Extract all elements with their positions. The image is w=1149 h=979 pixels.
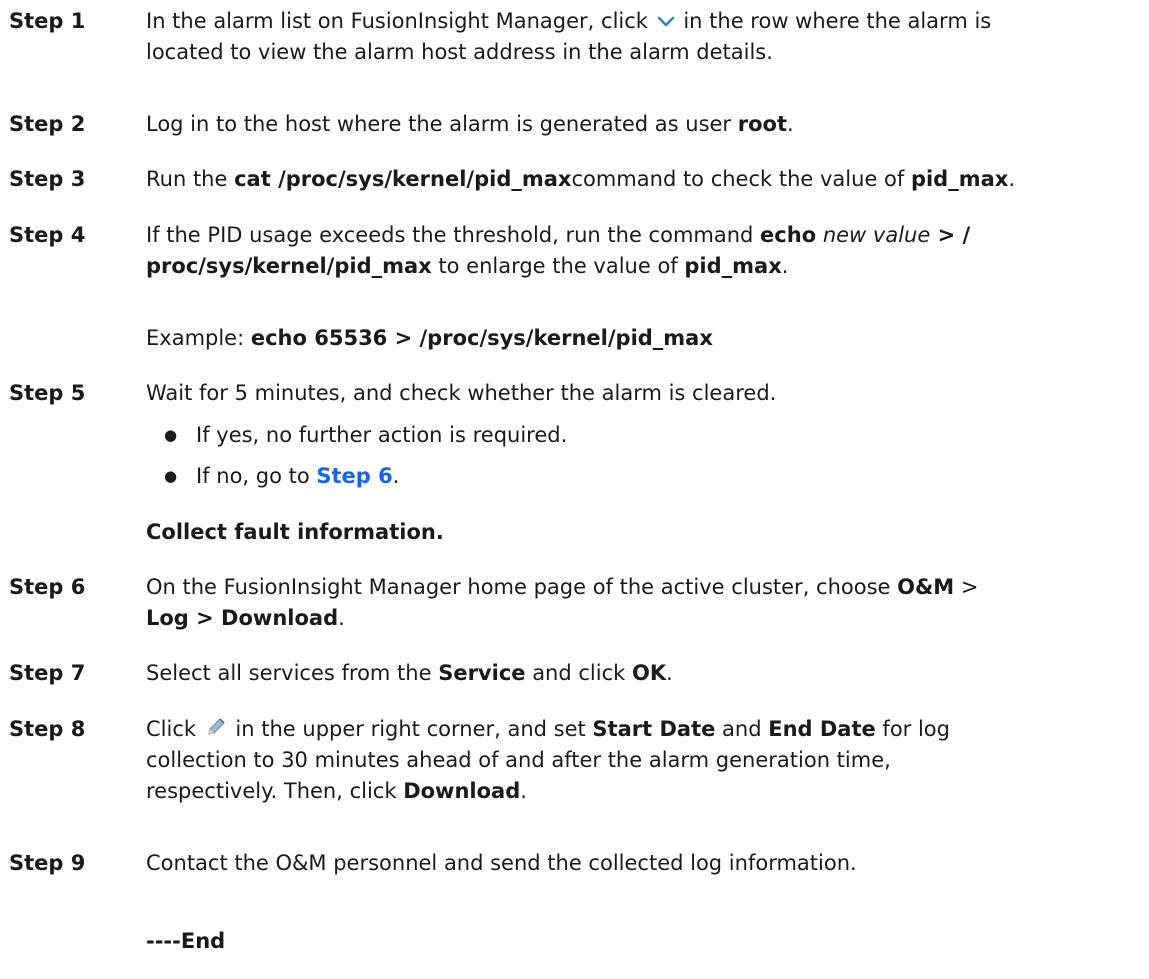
pencil-edit-icon — [208, 718, 225, 735]
step-label: Step 5 — [9, 381, 86, 405]
step-label: Step 6 — [9, 575, 86, 599]
step-text: Contact the O&M personnel and send the c… — [146, 851, 857, 875]
step-text: If the PID usage exceeds the threshold, … — [146, 223, 971, 278]
step-6-link[interactable]: Step 6 — [316, 464, 392, 488]
step-label: Step 2 — [9, 112, 86, 136]
bullet-icon: ● — [164, 426, 178, 444]
step-label: Step 9 — [9, 851, 86, 875]
step-label: Step 8 — [9, 717, 86, 741]
bullet-icon: ● — [164, 467, 178, 485]
step-text: Run the cat /proc/sys/kernel/pid_maxcomm… — [146, 167, 1016, 191]
param: pid_max — [910, 167, 1009, 191]
command: cat /proc/sys/kernel/pid_max — [234, 167, 572, 191]
user-root: root — [737, 112, 787, 136]
step-text: In the alarm list on FusionInsight Manag… — [146, 9, 992, 64]
example-line: Example: echo 65536 > /proc/sys/kernel/p… — [146, 326, 713, 350]
step-label: Step 1 — [9, 9, 86, 33]
step-text: Select all services from the Service and… — [146, 661, 673, 685]
step-label: Step 7 — [9, 661, 86, 685]
step-text: Log in to the host where the alarm is ge… — [146, 112, 794, 136]
step-text: Wait for 5 minutes, and check whether th… — [146, 381, 777, 405]
step-label: Step 4 — [9, 223, 86, 247]
example-command: echo 65536 > /proc/sys/kernel/pid_max — [250, 326, 713, 350]
step-text: Click in the upper right corner, and set… — [146, 717, 950, 803]
section-heading: Collect fault information. — [146, 520, 444, 544]
end-marker: ----End — [146, 929, 226, 953]
chevron-down-icon — [657, 16, 674, 27]
step-label: Step 3 — [9, 167, 86, 191]
step-text: On the FusionInsight Manager home page o… — [146, 575, 979, 630]
